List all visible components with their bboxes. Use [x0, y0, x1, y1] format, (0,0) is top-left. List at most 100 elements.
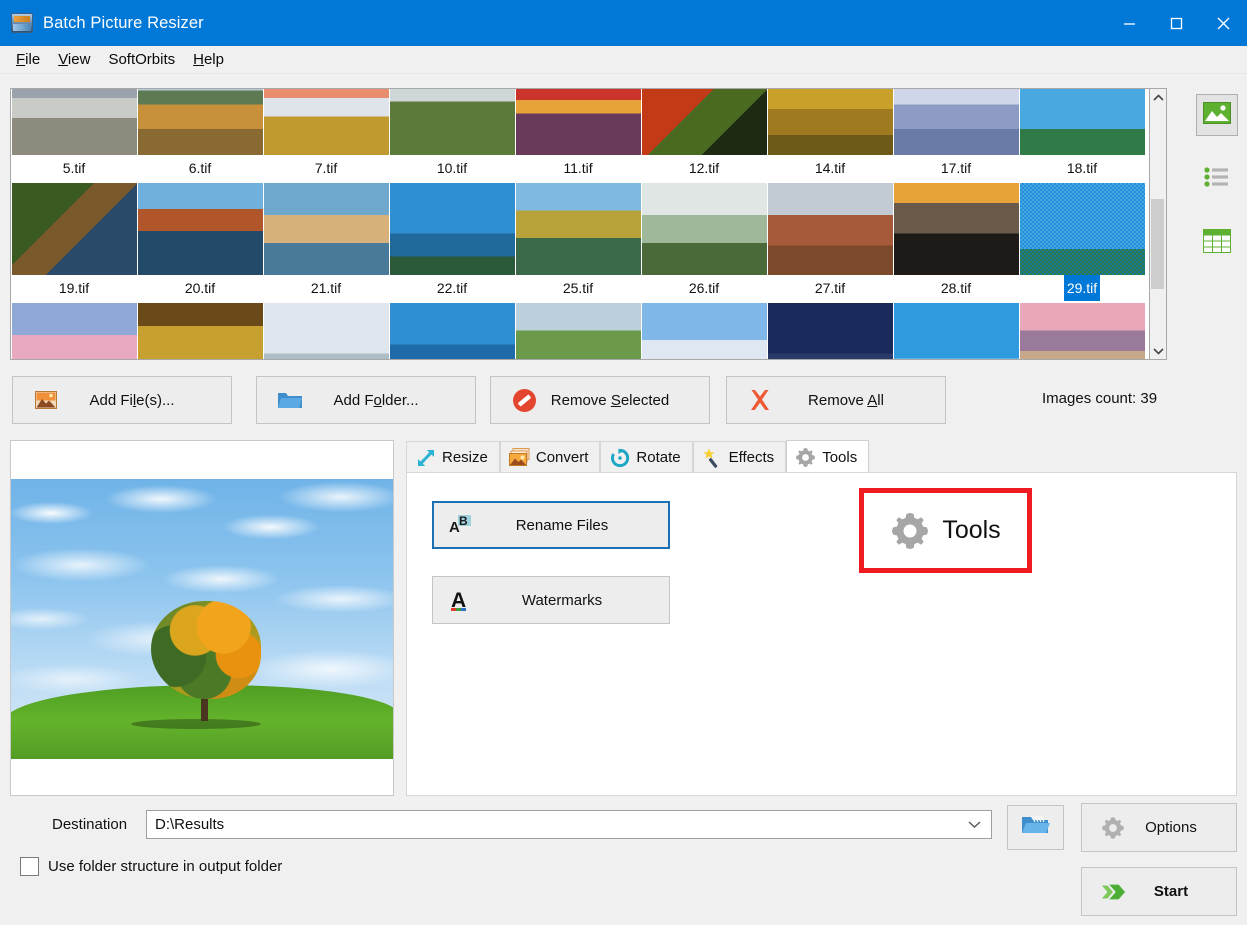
thumbnail-image	[641, 183, 767, 275]
destination-combo[interactable]: D:\Results	[146, 810, 992, 839]
preview-tree-shadow	[131, 719, 261, 729]
thumbnail-item[interactable]: 32.tif	[137, 303, 263, 359]
window-controls	[1106, 0, 1247, 46]
thumbnail-item[interactable]: 20.tif	[137, 183, 263, 303]
open-folder-icon	[1021, 813, 1051, 842]
destination-value[interactable]: D:\Results	[155, 816, 965, 833]
thumbnail-item[interactable]: 30.tif	[11, 303, 137, 359]
thumbnail-item[interactable]: 25.tif	[515, 183, 641, 303]
thumbnail-item[interactable]: 21.tif	[263, 183, 389, 303]
thumbnail-image	[263, 183, 389, 275]
thumbnail-label: 6.tif	[188, 160, 212, 176]
table-icon	[1203, 228, 1231, 258]
menu-item-file[interactable]: File	[8, 48, 48, 71]
tab-tools[interactable]: Tools	[786, 440, 870, 473]
add-files-button[interactable]: Add File(s)...	[12, 376, 232, 424]
thumbnail-item[interactable]: 33.tif	[263, 303, 389, 359]
thumbnail-image	[515, 303, 641, 359]
thumbnail-item[interactable]: 19.tif	[11, 183, 137, 303]
thumbnail-label: 26.tif	[688, 280, 720, 296]
convert-images-icon	[508, 447, 530, 468]
picture-icon	[33, 387, 59, 413]
use-folder-structure-label: Use folder structure in output folder	[48, 858, 283, 875]
destination-label: Destination	[52, 816, 128, 833]
thumbnails-view-button[interactable]	[1196, 94, 1238, 136]
tools-highlight-callout: Tools	[859, 488, 1032, 573]
thumbnail-item[interactable]: 6.tif	[137, 89, 263, 183]
thumbnail-item[interactable]: 29.tif	[1019, 183, 1145, 303]
scrollbar-thumb[interactable]	[1151, 199, 1164, 289]
rename-files-button[interactable]: A B Rename Files	[432, 501, 670, 549]
thumbnail-list[interactable]: 5.tif 6.tif 7.tif 10.tif 11.tif 12.tif 14.tif 1…	[10, 88, 1150, 360]
images-count-label: Images count: 39	[1042, 390, 1158, 407]
remove-selected-button[interactable]: Remove Selected	[490, 376, 710, 424]
options-button[interactable]: Options	[1081, 803, 1237, 852]
thumbnail-item[interactable]: 26.tif	[641, 183, 767, 303]
options-label: Options	[1145, 819, 1197, 836]
thumbnail-image	[263, 303, 389, 359]
thumbnail-image	[263, 89, 389, 155]
remove-all-button[interactable]: Remove All	[726, 376, 946, 424]
minimize-icon[interactable]	[1106, 0, 1153, 46]
tab-convert[interactable]: Convert	[499, 441, 601, 473]
thumbnail-item[interactable]: 14.tif	[767, 89, 893, 183]
image-preview-panel[interactable]	[10, 440, 394, 796]
close-icon[interactable]	[1200, 0, 1247, 46]
thumbnail-item[interactable]: 22.tif	[389, 183, 515, 303]
remove-selected-label: Remove Selected	[550, 391, 670, 409]
view-mode-buttons	[1195, 94, 1239, 264]
menu-item-help[interactable]: Help	[185, 48, 232, 71]
thumbnail-item[interactable]: 39.tif	[767, 303, 893, 359]
details-view-button[interactable]	[1196, 222, 1238, 264]
thumbnail-image	[137, 183, 263, 275]
tab-resize[interactable]: Resize	[406, 441, 500, 473]
menu-item-view[interactable]: View	[50, 48, 98, 71]
watermarks-label: Watermarks	[521, 591, 603, 609]
thumbnail-item[interactable]: 7.tif	[263, 89, 389, 183]
thumbnail-image	[893, 89, 1019, 155]
use-folder-structure-checkbox[interactable]	[20, 857, 39, 876]
thumbnail-image	[767, 183, 893, 275]
scroll-up-icon[interactable]	[1150, 89, 1166, 106]
red-x-icon	[747, 387, 773, 413]
thumbnail-item[interactable]: 27.tif	[767, 183, 893, 303]
thumbnail-image	[515, 183, 641, 275]
thumbnail-item[interactable]: 28.tif	[893, 183, 1019, 303]
watermarks-button[interactable]: A Watermarks	[432, 576, 670, 624]
thumbnail-item[interactable]: autumn lake.tif	[1019, 303, 1145, 359]
thumbnail-image	[11, 89, 137, 155]
thumbnail-item[interactable]: 35.tif	[389, 303, 515, 359]
menu-bar: File View SoftOrbits Help	[0, 46, 1247, 74]
thumbnail-label: 12.tif	[688, 160, 720, 176]
chevron-down-icon[interactable]	[965, 820, 983, 829]
thumbnail-image	[767, 303, 893, 359]
start-button[interactable]: Start	[1081, 867, 1237, 916]
thumbnail-item[interactable]: 5.tif	[11, 89, 137, 183]
thumbnail-label: 17.tif	[940, 160, 972, 176]
menu-item-softorbits[interactable]: SoftOrbits	[100, 48, 183, 71]
scroll-down-icon[interactable]	[1150, 342, 1166, 359]
maximize-icon[interactable]	[1153, 0, 1200, 46]
tab-effects[interactable]: Effects	[692, 441, 787, 473]
browse-folder-button[interactable]	[1007, 805, 1064, 850]
thumbnail-item[interactable]: 17.tif	[893, 89, 1019, 183]
thumbnail-item[interactable]: 11.tif	[515, 89, 641, 183]
thumbnail-item[interactable]: 40.tif	[893, 303, 1019, 359]
thumbnail-item[interactable]: 38.tif	[641, 303, 767, 359]
add-folder-button[interactable]: Add Folder...	[256, 376, 476, 424]
use-folder-structure-row[interactable]: Use folder structure in output folder	[20, 857, 282, 876]
thumbnail-item[interactable]: 10.tif	[389, 89, 515, 183]
thumbnail-label: 28.tif	[940, 280, 972, 296]
preview-image	[11, 479, 393, 759]
list-view-button[interactable]	[1196, 158, 1238, 200]
thumbnail-scrollbar[interactable]	[1150, 88, 1167, 360]
magic-wand-icon	[702, 447, 723, 468]
thumbnail-label: 21.tif	[310, 280, 342, 296]
tab-rotate[interactable]: Rotate	[600, 441, 693, 473]
thumbnail-item[interactable]: 12.tif	[641, 89, 767, 183]
thumbnail-item[interactable]: 18.tif	[1019, 89, 1145, 183]
tab-tools-label: Tools	[822, 448, 858, 466]
thumbnail-label: 20.tif	[184, 280, 216, 296]
thumbnail-item[interactable]: 37.tif	[515, 303, 641, 359]
image-icon	[1203, 101, 1231, 129]
